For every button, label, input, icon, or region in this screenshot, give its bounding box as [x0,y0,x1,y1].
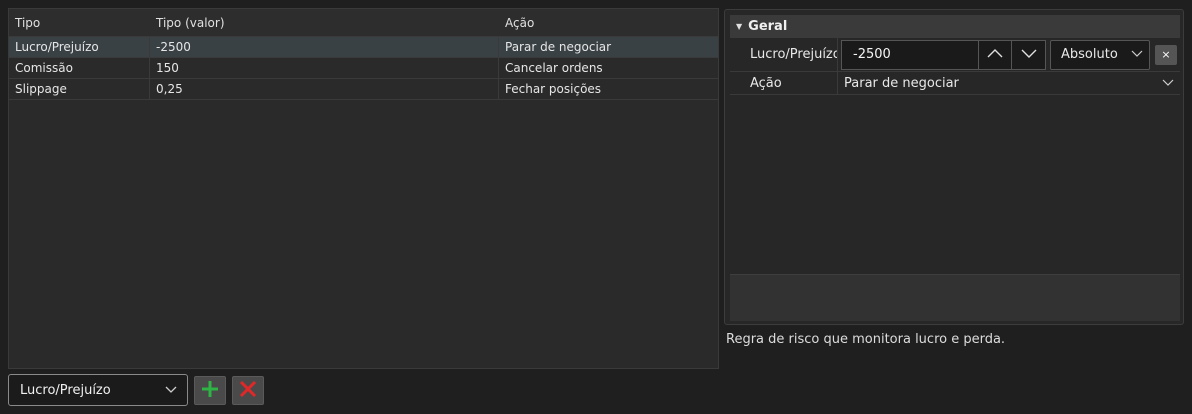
increment-button[interactable] [978,39,1012,70]
table-row[interactable]: Comissão 150 Cancelar ordens [9,58,718,79]
cell-acao: Cancelar ordens [498,58,718,78]
column-header-tipo[interactable]: Tipo [9,16,149,30]
chevron-down-icon [1162,76,1174,91]
section-title: Geral [748,19,788,34]
column-header-acao[interactable]: Ação [498,16,718,30]
add-rule-button[interactable] [194,376,226,405]
plus-icon [201,380,219,402]
chevron-down-icon [165,383,177,398]
property-label-action: Ação [730,72,838,94]
collapse-triangle-icon[interactable]: ▼ [736,22,742,31]
property-row-profit-loss: Lucro/Prejuízo -2500 Absoluto × [730,38,1180,72]
risk-rules-grid: Tipo Tipo (valor) Ação Lucro/Prejuízo -2… [8,8,719,369]
value-mode-select[interactable]: Absoluto [1050,39,1150,70]
chevron-down-icon [1131,47,1143,62]
action-select[interactable]: Parar de negociar [838,72,1180,94]
cell-tipo: Slippage [15,82,67,96]
table-row[interactable]: Lucro/Prejuízo -2500 Parar de negociar [9,37,718,58]
cell-tipo: Comissão [15,61,73,75]
property-grid: ▼ Geral Lucro/Prejuízo -2500 Absoluto × … [724,9,1184,325]
rule-type-select-value: Lucro/Prejuízo [20,382,111,398]
rule-type-select[interactable]: Lucro/Prejuízo [8,374,188,406]
clear-button[interactable]: × [1155,44,1177,65]
chevron-up-icon [987,47,1003,62]
table-row[interactable]: Slippage 0,25 Fechar posições [9,79,718,100]
grid-header: Tipo Tipo (valor) Ação [9,9,718,37]
property-row-action: Ação Parar de negociar [730,72,1180,95]
value-mode-select-value: Absoluto [1061,47,1118,62]
remove-rule-button[interactable] [232,376,264,405]
column-header-tipo-valor[interactable]: Tipo (valor) [149,16,498,30]
decrement-button[interactable] [1012,39,1046,70]
property-description-box [730,274,1180,321]
action-select-value: Parar de negociar [844,75,959,91]
cell-tipo: Lucro/Prejuízo [15,40,99,54]
cell-valor: 0,25 [149,79,498,99]
rule-description: Regra de risco que monitora lucro e perd… [726,332,1006,347]
cell-valor: 150 [149,58,498,78]
chevron-down-icon [1021,47,1037,62]
cell-acao: Fechar posições [498,79,718,99]
close-icon [239,380,257,402]
profit-loss-input[interactable]: -2500 [841,39,978,70]
cell-valor: -2500 [149,37,498,57]
cell-acao: Parar de negociar [498,37,718,57]
property-label-profit-loss: Lucro/Prejuízo [730,38,838,71]
section-header-geral[interactable]: ▼ Geral [730,15,1180,38]
